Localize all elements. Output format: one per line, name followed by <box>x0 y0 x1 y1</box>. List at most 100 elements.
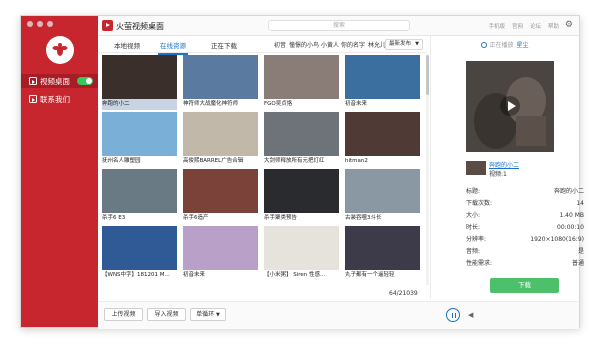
video-thumbnail-card[interactable]: FGO吴贞恪 <box>264 55 339 110</box>
info-key: 标题: <box>466 188 481 195</box>
info-value: 00:00:10 <box>557 224 584 231</box>
video-thumbnail-card[interactable]: 抚州名人雕塑园 <box>102 112 177 167</box>
search-input[interactable]: 搜索 <box>268 20 410 31</box>
video-thumbnail-card[interactable]: 初音未来 <box>183 226 258 281</box>
info-value: 1.40 MB <box>559 212 584 219</box>
video-thumbnail-image <box>264 112 339 156</box>
loop-mode-dropdown[interactable]: 单循环 ▼ <box>190 308 226 321</box>
download-button[interactable]: 下载 <box>490 278 559 293</box>
preview-thumbnail <box>466 161 486 175</box>
info-value: 奔跑的小二 <box>553 188 584 195</box>
tab-local-video[interactable]: 本地视频 <box>114 40 140 50</box>
video-caption: FGO吴贞恪 <box>264 101 293 107</box>
play-icon[interactable] <box>500 96 520 116</box>
info-value: 1920×1080(16:9) <box>530 236 584 243</box>
video-thumbnail-image <box>264 169 339 213</box>
link-mobile[interactable]: 手机版 <box>488 22 505 30</box>
grid-counter: 64/21039 <box>389 290 418 297</box>
video-thumbnail-card[interactable]: 丸子都有一个遥轻轻 <box>345 226 420 281</box>
link-help[interactable]: 帮助 <box>548 22 559 30</box>
link-forum[interactable]: 论坛 <box>530 22 541 30</box>
sort-label: 最新发布 <box>389 41 412 47</box>
video-thumbnail-image <box>345 226 420 270</box>
info-row: 标题: 奔跑的小二 <box>466 186 584 198</box>
gear-icon[interactable]: ⚙ <box>565 21 573 30</box>
video-thumbnail-card[interactable]: 高俊熙BARREL广告合辑 <box>183 112 258 167</box>
now-playing: 正在播放 星尘 <box>431 40 579 49</box>
video-thumbnail-card[interactable]: 杀手聚类预告 <box>264 169 339 224</box>
chevron-down-icon: ▼ <box>216 312 220 318</box>
tag-item[interactable]: 林允儿 <box>368 40 386 49</box>
window-controls <box>27 21 53 27</box>
video-thumbnail-card[interactable]: 神符师大战魔化神符师 <box>183 55 258 110</box>
title-bar: 火萤视频桌面 搜索 手机版 官网 论坛 帮助 ⚙ <box>98 16 579 36</box>
video-thumbnail-card[interactable]: 奔跑的小二 <box>102 55 177 110</box>
info-row: 时长: 00:00:10 <box>466 222 584 234</box>
info-row: 音频: 是 <box>466 246 584 258</box>
tag-item[interactable]: 你的名字 <box>341 40 365 49</box>
video-caption: 高俊熙BARREL广告合辑 <box>183 158 244 164</box>
tab-downloading[interactable]: 正在下载 <box>211 40 237 50</box>
tab-online-resources[interactable]: 在线资源 <box>158 40 188 55</box>
video-thumbnail-card[interactable]: 杀手6 E3 <box>102 169 177 224</box>
video-preview[interactable] <box>466 61 554 152</box>
sidebar-item-contact[interactable]: 联系我们 <box>21 92 98 106</box>
video-thumbnail-image <box>183 112 258 156</box>
grid-scrollbar[interactable] <box>426 55 429 285</box>
preview-title-link[interactable]: 奔跑的小二 <box>489 160 519 169</box>
volume-icon[interactable]: ◀ <box>468 311 473 319</box>
video-caption: 初音未来 <box>345 101 368 107</box>
pause-icon[interactable] <box>446 308 460 322</box>
video-thumbnail-image <box>183 55 258 99</box>
info-key: 时长: <box>466 224 481 231</box>
bottom-toolbar: 上传视频 导入视频 单循环 ▼ ◀ <box>98 301 579 329</box>
video-thumbnail-card[interactable]: hitman2 <box>345 112 420 167</box>
upload-video-button[interactable]: 上传视频 <box>104 308 143 321</box>
tag-item[interactable]: 憧憬的小鸟 <box>289 40 319 49</box>
video-caption: 奔跑的小二 <box>102 99 177 110</box>
video-thumbnail-image <box>345 55 420 99</box>
video-thumbnail-card[interactable]: 古装吞噬3斗长 <box>345 169 420 224</box>
loop-mode-label: 单循环 <box>196 311 215 318</box>
app-title: 火萤视频桌面 <box>116 22 164 31</box>
sort-dropdown[interactable]: 最新发布 ▼ <box>385 39 423 50</box>
now-playing-label: 正在播放 <box>489 42 514 49</box>
video-thumbnail-card[interactable]: 大剑师释放所有元把灯红 <box>264 112 339 167</box>
desktop-toggle[interactable] <box>77 77 93 85</box>
info-value: 普通 <box>571 260 584 267</box>
video-caption: 杀手聚类预告 <box>264 215 298 221</box>
video-thumbnail-image <box>264 55 339 99</box>
info-value: 是 <box>577 248 584 255</box>
info-row: 分辨率: 1920×1080(16:9) <box>466 234 584 246</box>
video-info: 标题: 奔跑的小二 下载次数: 14 大小: 1.40 MB 时长: 00:00:10 … <box>466 186 584 270</box>
video-caption: 杀手6 E3 <box>102 215 126 221</box>
video-caption: 古装吞噬3斗长 <box>345 215 382 221</box>
video-thumbnail-card[interactable]: 【小米粥】 Siren 性感... <box>264 226 339 281</box>
info-row: 下载次数: 14 <box>466 198 584 210</box>
video-thumbnail-image <box>102 226 177 270</box>
video-thumbnail-card[interactable]: 【WNS中字】181201 M... <box>102 226 177 281</box>
video-thumbnail-card[interactable]: 杀手6造产 <box>183 169 258 224</box>
info-key: 分辨率: <box>466 236 487 243</box>
video-caption: hitman2 <box>345 158 368 164</box>
import-video-button[interactable]: 导入视频 <box>147 308 186 321</box>
sidebar: 视频桌面 联系我们 <box>21 16 98 327</box>
close-window-button[interactable] <box>27 21 33 27</box>
info-value: 14 <box>576 200 584 207</box>
now-playing-name[interactable]: 星尘 <box>517 42 529 49</box>
sidebar-item-video-desktop[interactable]: 视频桌面 <box>21 74 98 88</box>
maximize-window-button[interactable] <box>47 21 53 27</box>
scrollbar-thumb[interactable] <box>426 55 429 95</box>
content-tabs: 本地视频 在线资源 正在下载 初音 憧憬的小鸟 小黄人 你的名字 林允儿 最新发… <box>98 36 427 55</box>
tag-item[interactable]: 小黄人 <box>321 40 339 49</box>
info-row: 大小: 1.40 MB <box>466 210 584 222</box>
preview-subtitle: 视频:1 <box>489 171 507 178</box>
sidebar-item-label: 联系我们 <box>40 94 70 104</box>
info-key: 性能需求: <box>466 260 493 267</box>
tag-item[interactable]: 初音 <box>274 40 286 49</box>
link-official-site[interactable]: 官网 <box>512 22 523 30</box>
minimize-window-button[interactable] <box>37 21 43 27</box>
video-thumbnail-image <box>345 112 420 156</box>
preview-panel: 正在播放 星尘 奔跑的小二 视频:1 标题: 奔跑的小二 下载次数: 14 大小: 1.… <box>430 36 584 299</box>
video-thumbnail-card[interactable]: 初音未来 <box>345 55 420 110</box>
